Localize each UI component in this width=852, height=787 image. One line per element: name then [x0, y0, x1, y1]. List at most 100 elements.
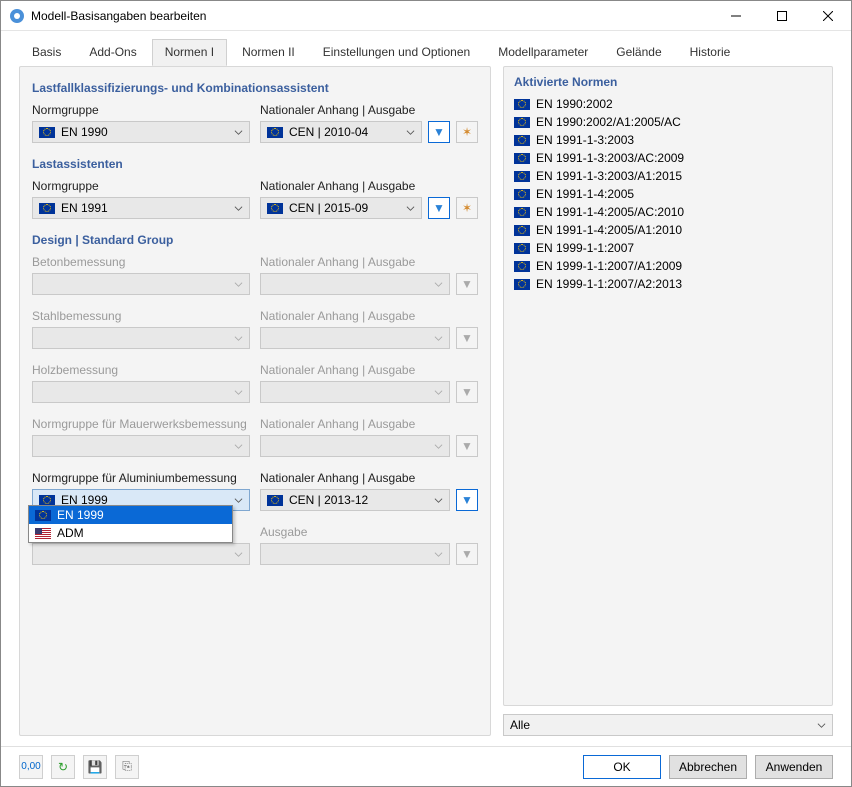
design-group-label: Normgruppe für Mauerwerksbemessung — [32, 417, 250, 431]
eu-flag-icon — [267, 203, 283, 214]
tab-normen-i[interactable]: Normen I — [152, 39, 227, 66]
chevron-down-icon — [434, 550, 443, 559]
combo-value: CEN | 2010-04 — [289, 125, 368, 139]
norm-item[interactable]: EN 1991-1-3:2003/AC:2009 — [514, 149, 822, 167]
new-doc-icon: ✶ — [462, 125, 472, 139]
tab-gel-nde[interactable]: Gelände — [603, 39, 674, 66]
dropdown-option[interactable]: ADM — [29, 524, 232, 542]
copy-button[interactable]: ⎘ — [115, 755, 139, 779]
filter-button-alu[interactable]: ▼ — [456, 489, 478, 511]
chevron-down-icon — [234, 550, 243, 559]
normgruppe-combo-2[interactable]: EN 1991 — [32, 197, 250, 219]
filter-button-2[interactable]: ▼ — [428, 197, 450, 219]
new-button-1[interactable]: ✶ — [456, 121, 478, 143]
chevron-down-icon — [817, 721, 826, 730]
norm-label: EN 1991-1-3:2003/A1:2015 — [536, 169, 682, 183]
funnel-icon: ▼ — [461, 385, 473, 399]
ok-button[interactable]: OK — [583, 755, 661, 779]
design-group-label: Betonbemessung — [32, 255, 250, 269]
save-button[interactable]: 💾 — [83, 755, 107, 779]
annex-combo-2[interactable]: CEN | 2015-09 — [260, 197, 422, 219]
tab-normen-ii[interactable]: Normen II — [229, 39, 308, 66]
filter-button-1[interactable]: ▼ — [428, 121, 450, 143]
combo-value: CEN | 2013-12 — [289, 493, 368, 507]
units-icon: 0,00 — [21, 761, 40, 772]
annex-combo-1[interactable]: CEN | 2010-04 — [260, 121, 422, 143]
norm-item[interactable]: EN 1991-1-4:2005/A1:2010 — [514, 221, 822, 239]
app-icon — [9, 8, 25, 24]
alu-annex-combo[interactable]: CEN | 2013-12 — [260, 489, 450, 511]
left-panel: Lastfallklassifizierungs- und Kombinatio… — [19, 66, 491, 736]
tab-modellparameter[interactable]: Modellparameter — [485, 39, 601, 66]
design-annex-combo — [260, 381, 450, 403]
eu-flag-icon — [514, 117, 530, 128]
eu-flag-icon — [514, 135, 530, 146]
filter-button: ▼ — [456, 435, 478, 457]
norm-item[interactable]: EN 1990:2002 — [514, 95, 822, 113]
norm-item[interactable]: EN 1991-1-3:2003 — [514, 131, 822, 149]
tab-einstellungen-und-optionen[interactable]: Einstellungen und Optionen — [310, 39, 483, 66]
chevron-down-icon — [434, 388, 443, 397]
norm-item[interactable]: EN 1990:2002/A1:2005/AC — [514, 113, 822, 131]
normgruppe-label-1: Normgruppe — [32, 103, 250, 117]
norm-label: EN 1990:2002 — [536, 97, 613, 111]
chevron-down-icon — [434, 334, 443, 343]
funnel-icon: ▼ — [461, 439, 473, 453]
eu-flag-icon — [514, 225, 530, 236]
extra-annex-combo — [260, 543, 450, 565]
norm-label: EN 1991-1-3:2003/AC:2009 — [536, 151, 684, 165]
section-title-combination: Lastfallklassifizierungs- und Kombinatio… — [32, 81, 478, 95]
norm-label: EN 1999-1-1:2007/A1:2009 — [536, 259, 682, 273]
units-button[interactable]: 0,00 — [19, 755, 43, 779]
design-annex-combo — [260, 435, 450, 457]
funnel-icon: ▼ — [433, 201, 445, 215]
norm-item[interactable]: EN 1999-1-1:2007/A2:2013 — [514, 275, 822, 293]
extra-group-combo — [32, 543, 250, 565]
chevron-down-icon — [234, 204, 243, 213]
chevron-down-icon — [406, 128, 415, 137]
filter-button-extra: ▼ — [456, 543, 478, 565]
design-annex-combo — [260, 273, 450, 295]
eu-flag-icon — [514, 261, 530, 272]
norm-label: EN 1999-1-1:2007 — [536, 241, 634, 255]
tab-historie[interactable]: Historie — [677, 39, 744, 66]
activated-norms-panel: Aktivierte Normen EN 1990:2002 EN 1990:20… — [503, 66, 833, 706]
tab-add-ons[interactable]: Add-Ons — [76, 39, 149, 66]
design-annex-label: Nationaler Anhang | Ausgabe — [260, 363, 478, 377]
minimize-button[interactable] — [713, 1, 759, 31]
tab-basis[interactable]: Basis — [19, 39, 74, 66]
apply-button[interactable]: Anwenden — [755, 755, 833, 779]
tab-bar: BasisAdd-OnsNormen INormen IIEinstellung… — [1, 31, 851, 66]
refresh-button[interactable]: ↻ — [51, 755, 75, 779]
section-title-load-assistants: Lastassistenten — [32, 157, 478, 171]
design-annex-label: Nationaler Anhang | Ausgabe — [260, 417, 478, 431]
alu-annex-label: Nationaler Anhang | Ausgabe — [260, 471, 478, 485]
norm-item[interactable]: EN 1999-1-1:2007 — [514, 239, 822, 257]
funnel-icon: ▼ — [461, 277, 473, 291]
normgruppe-combo-1[interactable]: EN 1990 — [32, 121, 250, 143]
alu-dropdown-popup: EN 1999 ADM — [28, 505, 233, 543]
maximize-button[interactable] — [759, 1, 805, 31]
norm-item[interactable]: EN 1999-1-1:2007/A1:2009 — [514, 257, 822, 275]
activated-norms-title: Aktivierte Normen — [514, 75, 822, 89]
design-group-combo — [32, 381, 250, 403]
cancel-button[interactable]: Abbrechen — [669, 755, 747, 779]
norms-filter-combo[interactable]: Alle — [503, 714, 833, 736]
close-button[interactable] — [805, 1, 851, 31]
design-group-combo — [32, 327, 250, 349]
norm-label: EN 1990:2002/A1:2005/AC — [536, 115, 681, 129]
design-annex-combo — [260, 327, 450, 349]
combo-value: Alle — [510, 718, 530, 732]
design-annex-label: Nationaler Anhang | Ausgabe — [260, 309, 478, 323]
norm-item[interactable]: EN 1991-1-4:2005/AC:2010 — [514, 203, 822, 221]
norm-label: EN 1991-1-4:2005/AC:2010 — [536, 205, 684, 219]
eu-flag-icon — [35, 510, 51, 521]
norm-item[interactable]: EN 1991-1-3:2003/A1:2015 — [514, 167, 822, 185]
dropdown-option[interactable]: EN 1999 — [29, 506, 232, 524]
chevron-down-icon — [234, 442, 243, 451]
alu-label: Normgruppe für Aluminiumbemessung — [32, 471, 250, 485]
save-icon: 💾 — [88, 760, 103, 774]
funnel-icon: ▼ — [461, 493, 473, 507]
new-button-2[interactable]: ✶ — [456, 197, 478, 219]
norm-item[interactable]: EN 1991-1-4:2005 — [514, 185, 822, 203]
